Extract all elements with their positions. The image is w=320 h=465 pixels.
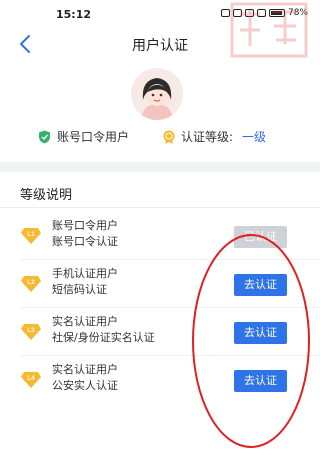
account-label: 账号口令用户 [57,130,130,144]
level-title: 手机认证用户 [52,267,118,280]
level-description: 账号口令用户 账号口令认证 [52,218,118,250]
verify-button-l4[interactable]: 去认证 [234,370,287,392]
level-badge-text: L2 [27,279,35,286]
level-title: 实名认证用户 [52,363,118,376]
verified-button: 已认证 [234,226,287,248]
level-badge-icon: L1 [21,228,41,244]
level-description: 实名认证用户 社保/身份证实名认证 [52,314,155,346]
section-title: 等级说明 [20,188,73,203]
account-type: 账号口令用户 [38,128,129,145]
status-time: 15:12 [56,8,92,21]
level-label: 认证等级: [181,130,234,144]
level-description: 实名认证用户 公安实人认证 [52,362,118,394]
auth-level: 认证等级: 一级 [162,128,266,145]
level-row-l3: L3 实名认证用户 社保/身份证实名认证 去认证 [0,308,320,356]
level-badge-text: L4 [27,375,35,382]
shield-icon [39,130,50,143]
level-badge-text: L1 [27,231,35,238]
section-separator [0,162,320,172]
level-title: 账号口令用户 [52,219,118,232]
level-row-l2: L2 手机认证用户 短信码认证 去认证 [0,260,320,308]
navigation-bar: 用户认证 [0,28,320,62]
medal-icon [163,130,175,144]
level-value: 一级 [242,130,267,144]
level-badge-text: L3 [27,327,35,334]
level-method: 账号口令认证 [52,235,118,248]
level-method: 社保/身份证实名认证 [52,331,155,344]
level-badge-icon: L2 [21,276,41,292]
divider [0,207,320,208]
level-row-l1: L1 账号口令用户 账号口令认证 已认证 [0,212,320,260]
level-method: 公安实人认证 [52,379,118,392]
verify-button-l2[interactable]: 去认证 [234,274,287,296]
level-badge-icon: L4 [21,372,41,388]
level-title: 实名认证用户 [52,315,118,328]
level-row-l4: L4 实名认证用户 公安实人认证 去认证 [0,356,320,404]
user-info-row: 账号口令用户 认证等级: 一级 [0,128,320,148]
level-badge-icon: L3 [21,324,41,340]
level-description: 手机认证用户 短信码认证 [52,266,118,298]
page-title: 用户认证 [132,38,188,54]
level-method: 短信码认证 [52,283,107,296]
user-avatar-icon [131,68,183,120]
verify-button-l3[interactable]: 去认证 [234,322,287,344]
